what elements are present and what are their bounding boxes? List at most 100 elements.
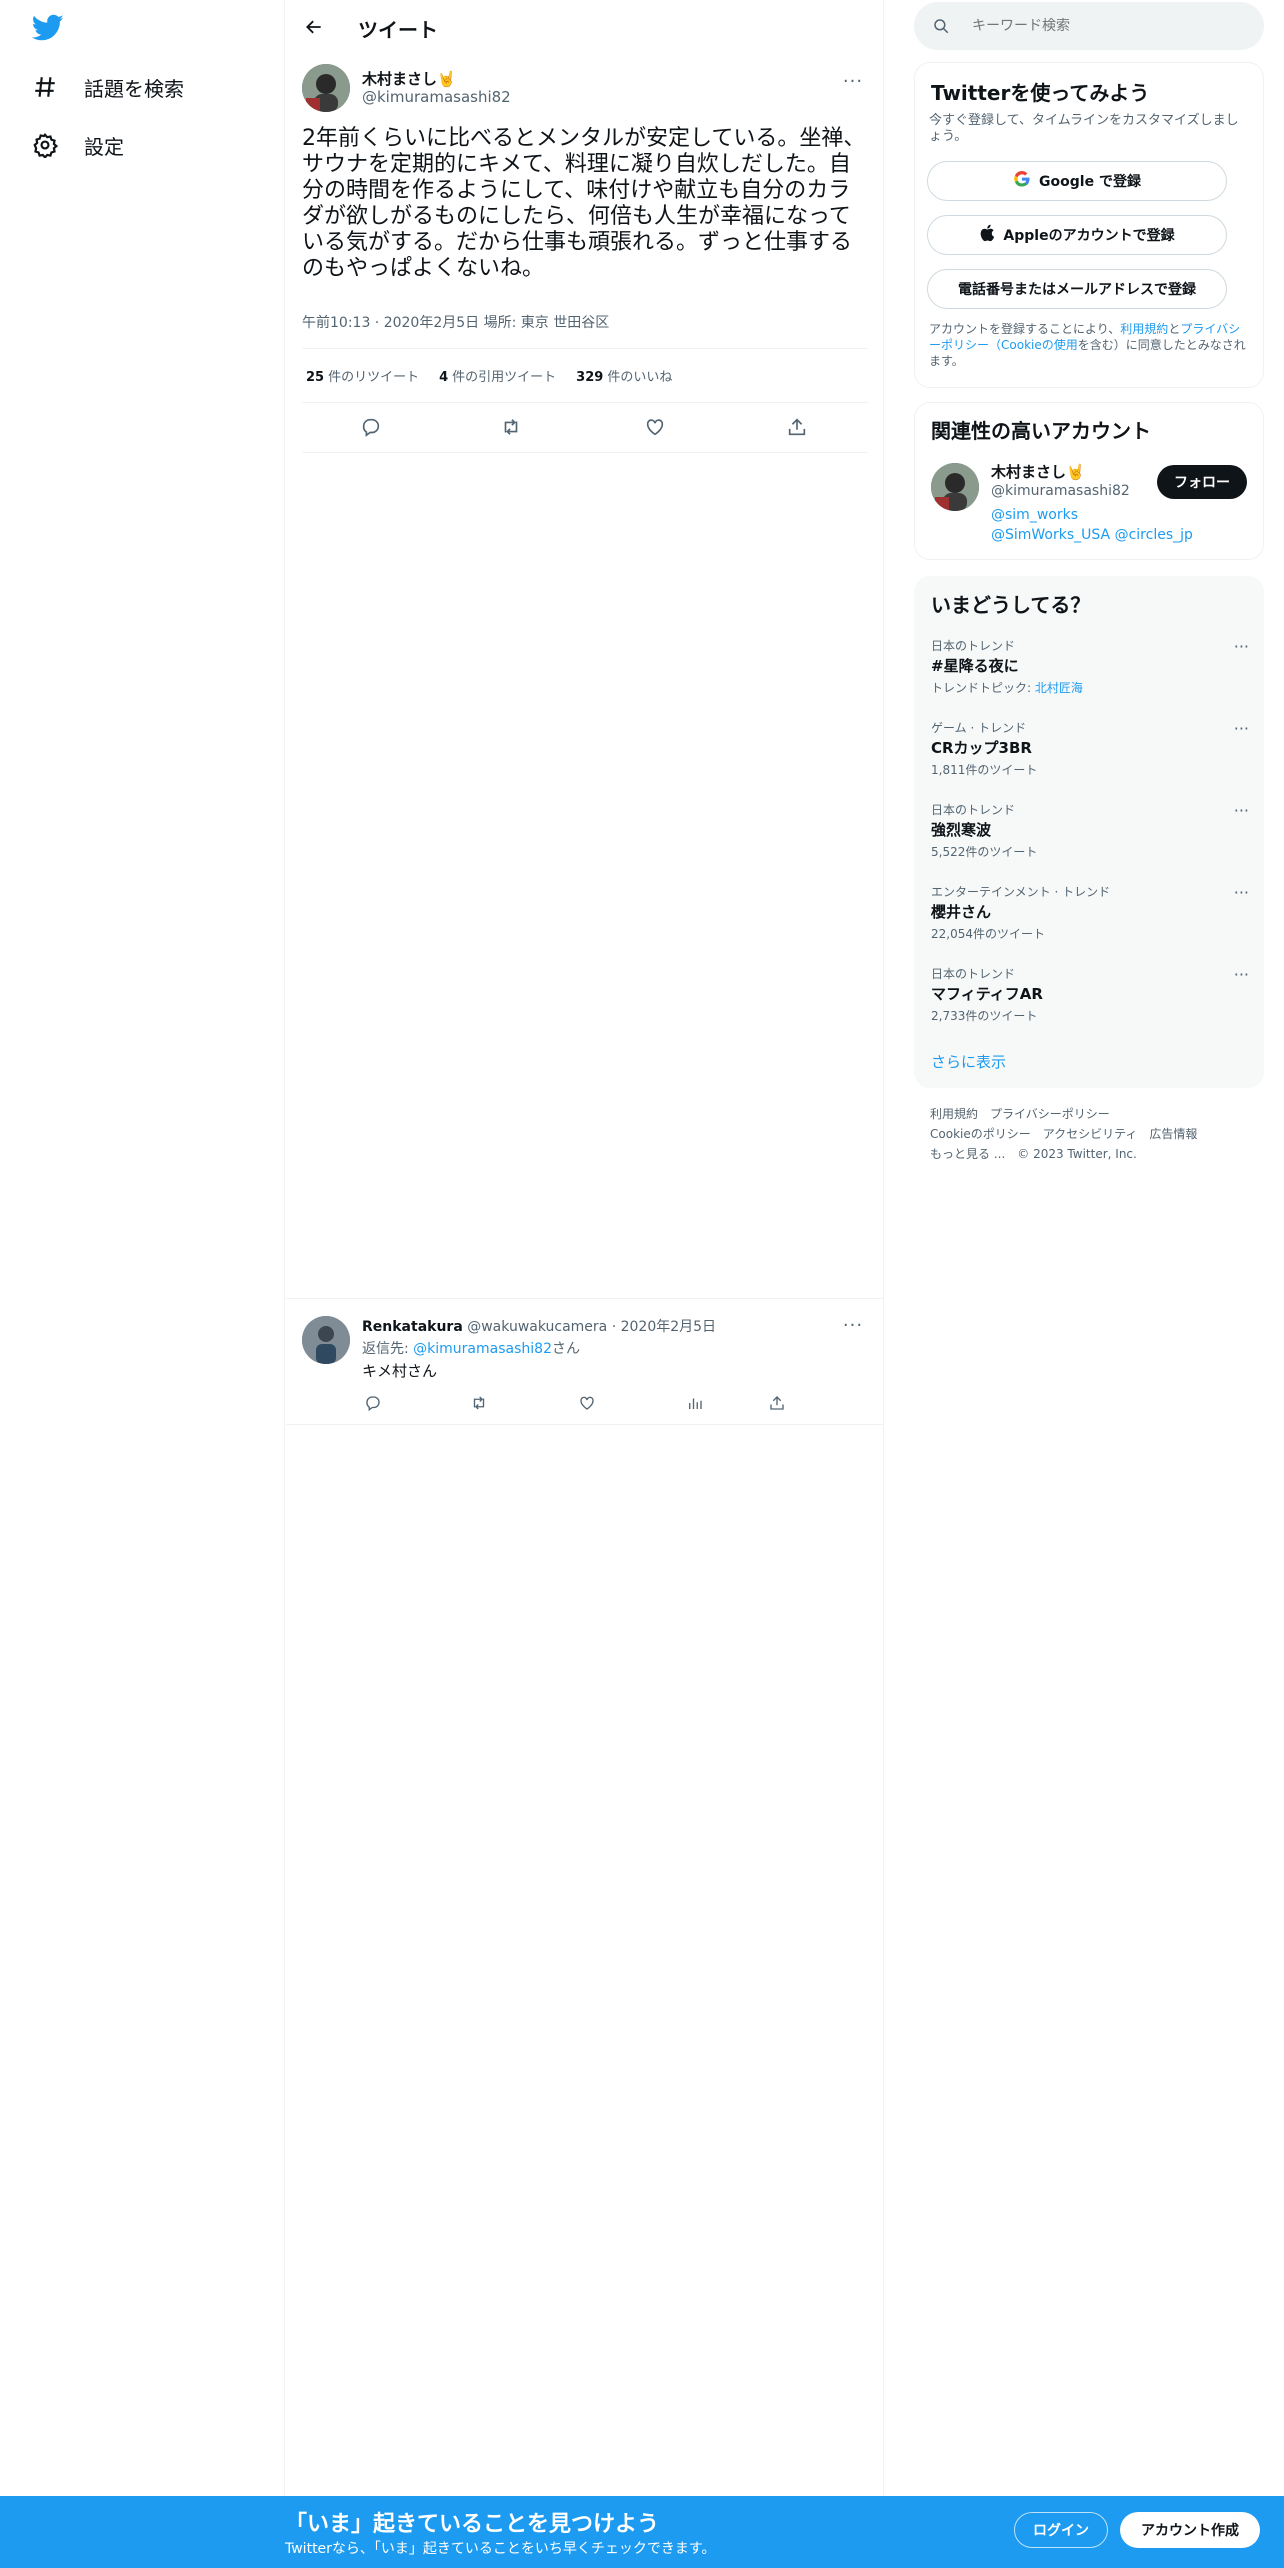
divider bbox=[286, 1298, 884, 1299]
trend-name: CRカップ3BR bbox=[931, 739, 1032, 757]
twitter-bird-icon[interactable] bbox=[31, 14, 64, 42]
follow-button[interactable]: フォロー bbox=[1157, 465, 1247, 499]
trend-item[interactable]: 日本のトレンド 強烈寒波 5,522件のツイート ··· bbox=[931, 801, 1249, 871]
trends-card: いまどうしてる？ 日本のトレンド #星降る夜に トレンドトピック: 北村匠海 ·… bbox=[914, 576, 1264, 1088]
nav-settings-label: 設定 bbox=[84, 134, 124, 159]
more-icon[interactable]: ··· bbox=[1234, 719, 1249, 738]
apple-signup-label: Appleのアカウントで登録 bbox=[1003, 228, 1175, 244]
trend-category: ゲーム · トレンド bbox=[931, 721, 1027, 735]
google-signup-label: Google で登録 bbox=[1039, 174, 1141, 190]
hashtag-icon bbox=[30, 72, 60, 102]
reply-icon[interactable] bbox=[358, 414, 384, 440]
trend-sub: トレンドトピック: 北村匠海 bbox=[931, 679, 1083, 696]
create-account-button[interactable]: アカウント作成 bbox=[1120, 2512, 1260, 2548]
footer-link[interactable]: もっと見る ... bbox=[930, 1147, 1005, 1161]
reply-icon[interactable] bbox=[362, 1392, 384, 1414]
back-button[interactable] bbox=[296, 9, 332, 45]
page-title: ツイート bbox=[358, 18, 438, 42]
share-icon[interactable] bbox=[766, 1392, 788, 1414]
tweet-meta[interactable]: 午前10:13 · 2020年2月5日 場所: 東京 世田谷区 bbox=[302, 312, 609, 332]
reply-to-suffix: さん bbox=[551, 1341, 580, 1357]
related-name[interactable]: 木村まさし🤘 bbox=[991, 461, 1085, 482]
retweet-icon[interactable] bbox=[468, 1392, 490, 1414]
retweet-icon[interactable] bbox=[498, 414, 524, 440]
nav-settings[interactable]: 設定 bbox=[30, 119, 124, 171]
footer-link[interactable]: プライバシーポリシー bbox=[990, 1107, 1110, 1121]
trend-name: #星降る夜に bbox=[931, 657, 1019, 675]
terms-link[interactable]: 利用規約 bbox=[1120, 322, 1168, 336]
trend-category: エンターテインメント · トレンド bbox=[931, 885, 1111, 899]
tweet-actions bbox=[302, 402, 868, 452]
related-handle[interactable]: @kimuramasashi82 bbox=[991, 483, 1130, 499]
like-count[interactable]: 329 件のいいね bbox=[576, 366, 672, 385]
apple-signup-button[interactable]: Appleのアカウントで登録 bbox=[927, 215, 1227, 255]
more-icon[interactable]: ··· bbox=[1234, 965, 1249, 984]
bottom-bar-subtitle: Twitterなら、「いま」起きていることをいち早くチェックできます。 bbox=[285, 2541, 716, 2557]
trend-item[interactable]: ゲーム · トレンド CRカップ3BR 1,811件のツイート ··· bbox=[931, 719, 1249, 789]
trend-category: 日本のトレンド bbox=[931, 639, 1016, 653]
share-icon[interactable] bbox=[784, 414, 810, 440]
retweet-count[interactable]: 25 件のリツイート bbox=[306, 366, 419, 385]
trend-sub-text: トレンドトピック: bbox=[931, 681, 1035, 695]
quote-count[interactable]: 4 件の引用ツイート bbox=[439, 366, 556, 385]
left-nav: 話題を検索 設定 bbox=[0, 0, 285, 2496]
footer-link[interactable]: 利用規約 bbox=[930, 1107, 978, 1121]
show-more-link[interactable]: さらに表示 bbox=[931, 1051, 1006, 1072]
reply-author-handle[interactable]: @wakuwakucamera bbox=[467, 1319, 607, 1335]
google-icon bbox=[1013, 170, 1031, 192]
footer-link[interactable]: アクセシビリティ bbox=[1043, 1127, 1138, 1141]
trends-title: いまどうしてる？ bbox=[931, 593, 1091, 617]
reply-to-label: 返信先: bbox=[362, 1341, 414, 1357]
reply-mention-link[interactable]: @kimuramasashi82 bbox=[413, 1341, 552, 1357]
more-icon[interactable]: ··· bbox=[838, 1310, 868, 1340]
divider bbox=[286, 1424, 884, 1425]
login-button[interactable]: ログイン bbox=[1014, 2512, 1108, 2548]
trend-item[interactable]: 日本のトレンド #星降る夜に トレンドトピック: 北村匠海 ··· bbox=[931, 637, 1249, 707]
signup-card-subtitle: 今すぐ登録して、タイムラインをカスタマイズしましょう。 bbox=[929, 113, 1239, 144]
google-signup-button[interactable]: Google で登録 bbox=[927, 161, 1227, 201]
terms-prefix: アカウントを登録することにより、 bbox=[929, 322, 1121, 336]
trend-name: 強烈寒波 bbox=[931, 821, 992, 839]
avatar[interactable] bbox=[931, 463, 979, 511]
signup-card: Twitterを使ってみよう 今すぐ登録して、タイムラインをカスタマイズしましょ… bbox=[914, 62, 1264, 388]
search-input[interactable] bbox=[972, 14, 1242, 38]
footer-link[interactable]: Cookieのポリシー bbox=[930, 1127, 1031, 1141]
author-name[interactable]: 木村まさし🤘 bbox=[362, 68, 456, 89]
related-bio-links[interactable]: @sim_works @SimWorks_USA @circles_jp bbox=[991, 505, 1201, 545]
reply-text: キメ村さん bbox=[362, 1362, 438, 1380]
avatar[interactable] bbox=[302, 64, 350, 112]
trend-item[interactable]: エンターテインメント · トレンド 櫻井さん 22,054件のツイート ··· bbox=[931, 883, 1249, 953]
trend-sub: 22,054件のツイート bbox=[931, 927, 1045, 941]
reply-author-name[interactable]: Renkatakura bbox=[362, 1319, 463, 1335]
divider bbox=[302, 348, 868, 349]
phone-signup-label: 電話番号またはメールアドレスで登録 bbox=[958, 282, 1196, 298]
bottom-bar-title: 「いま」起きていることを見つけよう bbox=[285, 2512, 660, 2537]
trend-topic-link[interactable]: 北村匠海 bbox=[1035, 681, 1083, 695]
like-icon[interactable] bbox=[576, 1392, 598, 1414]
phone-email-signup-button[interactable]: 電話番号またはメールアドレスで登録 bbox=[927, 269, 1227, 309]
reply-to: 返信先: @kimuramasashi82さん bbox=[362, 1338, 580, 1358]
nav-explore[interactable]: 話題を検索 bbox=[30, 61, 184, 113]
terms-mid: と bbox=[1168, 322, 1181, 336]
more-icon[interactable]: ··· bbox=[838, 66, 868, 96]
like-icon[interactable] bbox=[642, 414, 668, 440]
more-icon[interactable]: ··· bbox=[1234, 801, 1249, 820]
reply-date[interactable]: · 2020年2月5日 bbox=[612, 1319, 716, 1335]
footer-link[interactable]: 広告情報 bbox=[1149, 1127, 1197, 1141]
more-icon[interactable]: ··· bbox=[1234, 883, 1249, 902]
reply-actions bbox=[362, 1392, 822, 1414]
trend-item[interactable]: 日本のトレンド マフィティフAR 2,733件のツイート ··· bbox=[931, 965, 1249, 1035]
author-handle[interactable]: @kimuramasashi82 bbox=[362, 88, 511, 106]
trend-sub: 1,811件のツイート bbox=[931, 763, 1038, 777]
reply-tweet[interactable]: Renkatakura @wakuwakucamera · 2020年2月5日 … bbox=[302, 1308, 868, 1418]
tweet-author: 木村まさし🤘 @kimuramasashi82 ··· bbox=[302, 64, 868, 116]
footer-links: 利用規約 プライバシーポリシー Cookieのポリシー アクセシビリティ 広告情報 も… bbox=[930, 1104, 1250, 1164]
search-bar[interactable] bbox=[914, 2, 1264, 50]
analytics-icon[interactable] bbox=[684, 1392, 706, 1414]
bottom-signup-bar: 「いま」起きていることを見つけよう Twitterなら、「いま」起きていることを… bbox=[0, 2496, 1284, 2568]
more-icon[interactable]: ··· bbox=[1234, 637, 1249, 656]
apple-icon bbox=[979, 224, 995, 246]
avatar[interactable] bbox=[302, 1316, 350, 1364]
main-column: ツイート 木村まさし🤘 @kimuramasashi82 ··· 2年前くらいに… bbox=[286, 0, 884, 2496]
search-icon bbox=[932, 17, 950, 39]
